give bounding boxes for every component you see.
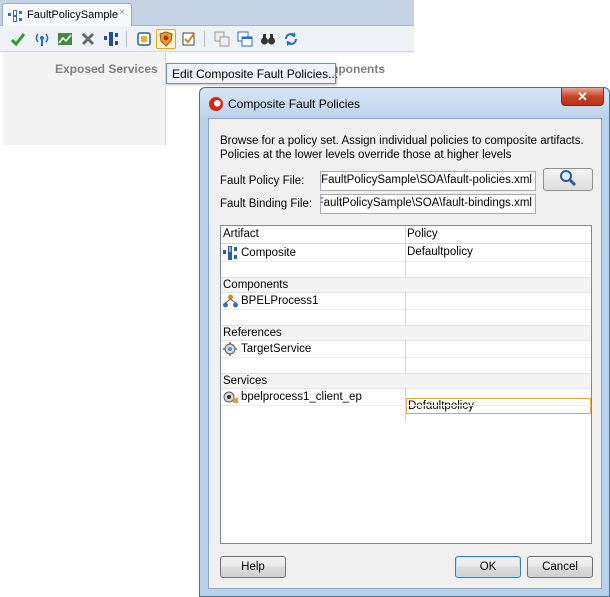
composite-icon [8,9,22,26]
close-button[interactable]: ✕ [561,88,604,106]
fault-policy-file-label: Fault Policy File: [220,175,305,187]
toolbar-separator [204,31,205,47]
description-line-2: Policies at the lower levels override th… [220,149,512,161]
components-label: nponents [331,62,385,76]
wireless-icon[interactable] [32,29,52,49]
section-header-services: Services [221,373,591,389]
table-row-composite[interactable]: Composite Defaultpolicy [221,245,591,261]
exposed-services-label: Exposed Services [55,62,158,76]
oracle-app-icon [209,97,223,111]
policy-column-header[interactable]: Policy [407,228,438,240]
section-label: References [223,327,282,339]
deploy-icon[interactable] [134,29,154,49]
browse-button[interactable] [543,168,593,191]
fault-policy-shield-icon[interactable] [156,29,176,49]
fault-binding-file-label: Fault Binding File: [220,198,313,210]
cancel-button[interactable]: Cancel [527,556,593,578]
editor-tabbar: FaultPolicySample × [0,0,414,26]
search-icon [559,169,577,190]
section-header-components: Components [221,277,591,293]
description-line-1: Browse for a policy set. Assign individu… [220,135,584,147]
dialog-description: Browse for a policy set. Assign individu… [220,134,590,162]
dialog-body: Browse for a policy set. Assign individu… [208,118,602,589]
table-header: Artifact Policy [221,226,591,244]
artifact-column-header[interactable]: Artifact [223,228,259,240]
dialog-title: Composite Fault Policies [228,97,361,111]
bpel-process-icon [223,294,238,308]
editor-toolbar [0,26,414,52]
binoculars-icon[interactable] [258,29,278,49]
chart-icon[interactable] [55,29,75,49]
tab-title: FaultPolicySample [27,9,119,21]
toolbar-separator [126,31,127,47]
policy-value[interactable]: Defaultpolicy [407,246,473,258]
row-divider [221,309,591,310]
validate-check-icon[interactable] [8,29,28,49]
artifact-name: TargetService [241,343,312,355]
window-icon[interactable] [235,29,255,49]
row-divider [221,261,591,262]
service-endpoint-icon [223,391,238,403]
artifact-name: bpelprocess1_client_ep [241,391,362,403]
table-row-client-ep[interactable]: bpelprocess1_client_ep [221,389,591,405]
tab-fault-policy-sample[interactable]: FaultPolicySample × [2,3,132,26]
section-label: Services [223,375,268,387]
fault-policy-file-field[interactable]: on\FaultPolicySample\SOA\fault-policies.… [320,171,536,191]
section-label: Components [223,279,289,291]
refresh-icon[interactable] [281,29,301,49]
tooltip-edit-fault-policies: Edit Composite Fault Policies... [166,63,338,84]
composite-icon[interactable] [101,29,121,49]
table-row-bpelprocess1[interactable]: BPELProcess1 [221,293,591,309]
artifact-name: Composite [241,247,296,259]
composite-fault-policies-dialog: Composite Fault Policies ✕ Browse for a … [199,87,610,597]
reference-service-icon [223,342,237,356]
ok-button[interactable]: OK [455,556,521,578]
artifact-name: BPELProcess1 [241,295,319,307]
copy-icon[interactable] [212,29,232,49]
fault-binding-file-field[interactable]: n\FaultPolicySample\SOA\fault-bindings.x… [320,194,536,214]
composite-icon [223,246,237,260]
edit-checklist-icon[interactable] [179,29,199,49]
help-button[interactable]: Help [220,556,286,578]
section-header-references: References [221,325,591,341]
dialog-titlebar[interactable]: Composite Fault Policies ✕ [200,88,609,118]
row-divider [221,405,591,406]
row-divider [221,357,591,358]
table-row-targetservice[interactable]: TargetService [221,341,591,357]
artifact-policy-table: Artifact Policy Composite Defaultpolicy … [220,225,592,544]
wrench-icon[interactable] [78,29,98,49]
tab-close-icon[interactable]: × [119,7,125,18]
